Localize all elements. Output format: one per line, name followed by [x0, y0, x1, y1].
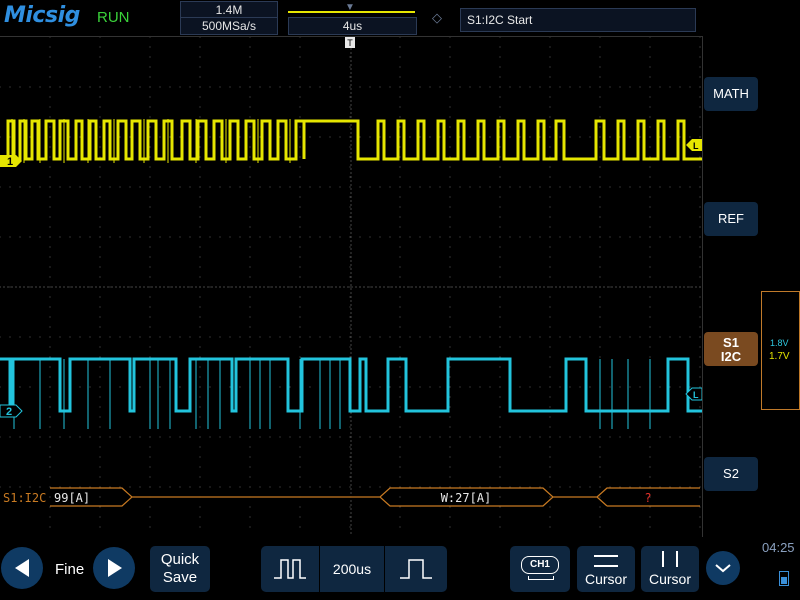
run-stop-status[interactable]: RUN [97, 9, 130, 26]
ch1-level-marker[interactable]: L [686, 139, 702, 151]
timebase-readout[interactable]: 4us [288, 17, 417, 35]
trigger-edge-icon: ◇ [432, 10, 442, 25]
trigger-time-marker[interactable]: T [345, 37, 355, 48]
waveform-display[interactable]: T 1 2 L L S1:I2C 99[A] W:27[A] ? [0, 36, 703, 537]
quick-save-button[interactable]: Quick Save [150, 546, 210, 592]
trigger-status-readout[interactable]: S1:I2C Start [460, 8, 696, 32]
ch2-marker[interactable]: 2 [0, 404, 23, 418]
ch2-waveform [0, 357, 702, 413]
pulse-width-control[interactable]: 200us [261, 546, 447, 592]
decode-packet-3: ? [644, 491, 651, 505]
ch2-marker-label: 2 [6, 406, 12, 418]
ref-button[interactable]: REF [704, 202, 758, 236]
i2c-decode-bus: S1:I2C 99[A] W:27[A] ? [3, 487, 700, 507]
s1-label: S1 [723, 335, 739, 350]
decode-bus-lines [50, 487, 700, 507]
cursor-label: Cursor [584, 571, 627, 587]
ch2-threshold-readout: 1.8V [770, 338, 789, 348]
cursor-v-line-icon [676, 551, 678, 567]
ch1-underline-icon [528, 576, 554, 580]
ch1-select-button[interactable]: CH1 [510, 546, 570, 592]
pulse-negative-icon [274, 559, 306, 579]
pulse-time-readout[interactable]: 200us [321, 561, 383, 577]
scroll-left-button[interactable] [1, 547, 43, 589]
expand-menu-button[interactable] [706, 551, 740, 585]
waveform-graticule: T 1 2 L L S1:I2C 99[A] W:27[A] ? [0, 37, 702, 534]
horizontal-cursor-button[interactable]: Cursor [577, 546, 635, 592]
ch1-badge: CH1 [521, 556, 559, 574]
scroll-right-button[interactable] [93, 547, 135, 589]
graticule-lines [0, 37, 701, 534]
vertical-cursor-button[interactable]: Cursor [641, 546, 699, 592]
chevron-down-icon [715, 564, 731, 573]
arrow-left-icon [15, 559, 29, 577]
math-button[interactable]: MATH [704, 77, 758, 111]
s2-button[interactable]: S2 [704, 457, 758, 491]
decode-packet-1: 99[A] [54, 491, 90, 505]
cursor-h-line-icon [594, 555, 618, 557]
divider [319, 546, 320, 592]
pulse-positive-icon [400, 559, 432, 579]
cursor-label: Cursor [648, 571, 691, 587]
ch1-threshold-readout: 1.7V [769, 351, 790, 362]
decode-bus-label: S1:I2C [3, 491, 46, 505]
ch1-marker-label: 1 [7, 156, 13, 168]
trigger-position-marker-icon: ▼ [345, 2, 355, 13]
quick-save-line1: Quick [160, 551, 200, 568]
divider [384, 546, 385, 592]
fine-adjust-label[interactable]: Fine [55, 561, 84, 578]
brand-logo: Micsig [4, 3, 80, 28]
ch1-level-label: L [693, 141, 699, 151]
battery-icon [779, 571, 789, 586]
s1-i2c-button[interactable]: S1 I2C [704, 332, 758, 366]
quick-save-line2: Save [162, 569, 198, 586]
clock-readout: 04:25 [762, 540, 795, 555]
s1-protocol-label: I2C [720, 349, 742, 364]
ch2-level-label: L [693, 390, 699, 400]
sample-rate-readout[interactable]: 500MSa/s [180, 17, 278, 35]
cursor-v-line-icon [662, 551, 664, 567]
trigger-marker-text: T [347, 38, 353, 48]
arrow-right-icon [108, 559, 122, 577]
ch2-waveform-glitches [13, 359, 651, 429]
decode-packet-2: W:27[A] [441, 491, 492, 505]
cursor-h-line-icon [594, 565, 618, 567]
